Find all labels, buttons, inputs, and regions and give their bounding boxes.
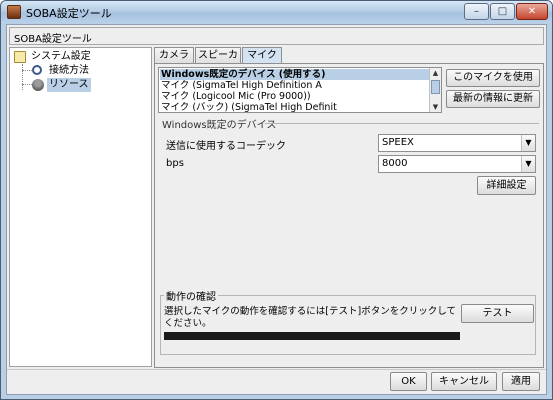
bps-value: 8000 — [382, 158, 408, 169]
mic-level-meter — [164, 332, 460, 340]
list-item[interactable]: マイク (バック) (SigmaTel High Definit — [160, 102, 430, 112]
tree-item-label: システム設定 — [31, 51, 91, 62]
scroll-up-icon[interactable]: ▲ — [430, 68, 441, 78]
ok-button[interactable]: OK — [390, 372, 427, 391]
tree-item-label: 接続方法 — [49, 65, 89, 76]
list-item[interactable]: Windows既定のデバイス (使用する) — [160, 69, 430, 80]
client-area: SOBA設定ツール システム設定 接続方法 リソース カメラ スピーカ マイク … — [6, 24, 547, 395]
apply-button[interactable]: 適用 — [502, 372, 540, 391]
use-mic-button[interactable]: このマイクを使用 — [446, 69, 540, 87]
scroll-down-icon[interactable]: ▼ — [430, 102, 441, 112]
test-button[interactable]: テスト — [461, 304, 534, 323]
chevron-down-icon[interactable]: ▼ — [521, 156, 535, 172]
tree-connector — [22, 84, 32, 85]
close-button[interactable]: ✕ — [516, 3, 548, 20]
app-icon — [7, 5, 21, 19]
minimize-button[interactable]: – — [464, 3, 489, 20]
microphone-tab-panel: Windows既定のデバイス (使用する) マイク (SigmaTel High… — [154, 63, 544, 368]
list-item[interactable]: マイク (SigmaTel High Definition A — [160, 80, 430, 91]
group-divider — [265, 123, 539, 124]
confirm-group-title: 動作の確認 — [164, 288, 218, 303]
confirm-instructions: 選択したマイクの動作を確認するには[テスト]ボタンをクリックしてください。 — [164, 306, 456, 329]
bps-select[interactable]: 8000 ▼ — [378, 155, 536, 173]
advanced-settings-button[interactable]: 詳細設定 — [477, 176, 536, 195]
codec-value: SPEEX — [382, 137, 414, 148]
resource-icon — [32, 79, 44, 91]
tab-speaker[interactable]: スピーカ — [195, 47, 241, 64]
title-bar[interactable]: SOBA設定ツール – □ ✕ — [1, 1, 552, 23]
chevron-down-icon[interactable]: ▼ — [521, 135, 535, 151]
maximize-button[interactable]: □ — [490, 3, 515, 20]
tab-camera[interactable]: カメラ — [154, 47, 194, 64]
bps-label: bps — [166, 158, 184, 169]
microphone-list[interactable]: Windows既定のデバイス (使用する) マイク (SigmaTel High… — [158, 67, 442, 113]
list-scrollbar[interactable]: ▲ ▼ — [429, 68, 441, 112]
codec-label: 送信に使用するコーデック — [166, 141, 286, 152]
settings-tree: システム設定 接続方法 リソース — [9, 47, 152, 367]
window-title: SOBA設定ツール — [26, 7, 112, 20]
folder-icon — [14, 51, 26, 63]
panel-header: SOBA設定ツール — [9, 27, 544, 45]
panel-header-label: SOBA設定ツール — [14, 34, 92, 45]
magnifier-icon — [32, 65, 42, 75]
settings-window: SOBA設定ツール – □ ✕ SOBA設定ツール システム設定 接続方法 リソ… — [0, 0, 553, 400]
list-item[interactable]: マイク (Logicool Mic (Pro 9000)) — [160, 91, 430, 102]
footer-divider — [7, 369, 546, 370]
codec-select[interactable]: SPEEX ▼ — [378, 134, 536, 152]
device-group-title: Windows既定のデバイス — [162, 120, 277, 131]
refresh-button[interactable]: 最新の情報に更新 — [446, 90, 540, 108]
tree-item-label: リソース — [47, 78, 91, 92]
tree-connector — [22, 70, 32, 71]
scroll-thumb[interactable] — [431, 80, 440, 94]
tree-connector — [22, 64, 23, 90]
cancel-button[interactable]: キャンセル — [431, 372, 497, 391]
